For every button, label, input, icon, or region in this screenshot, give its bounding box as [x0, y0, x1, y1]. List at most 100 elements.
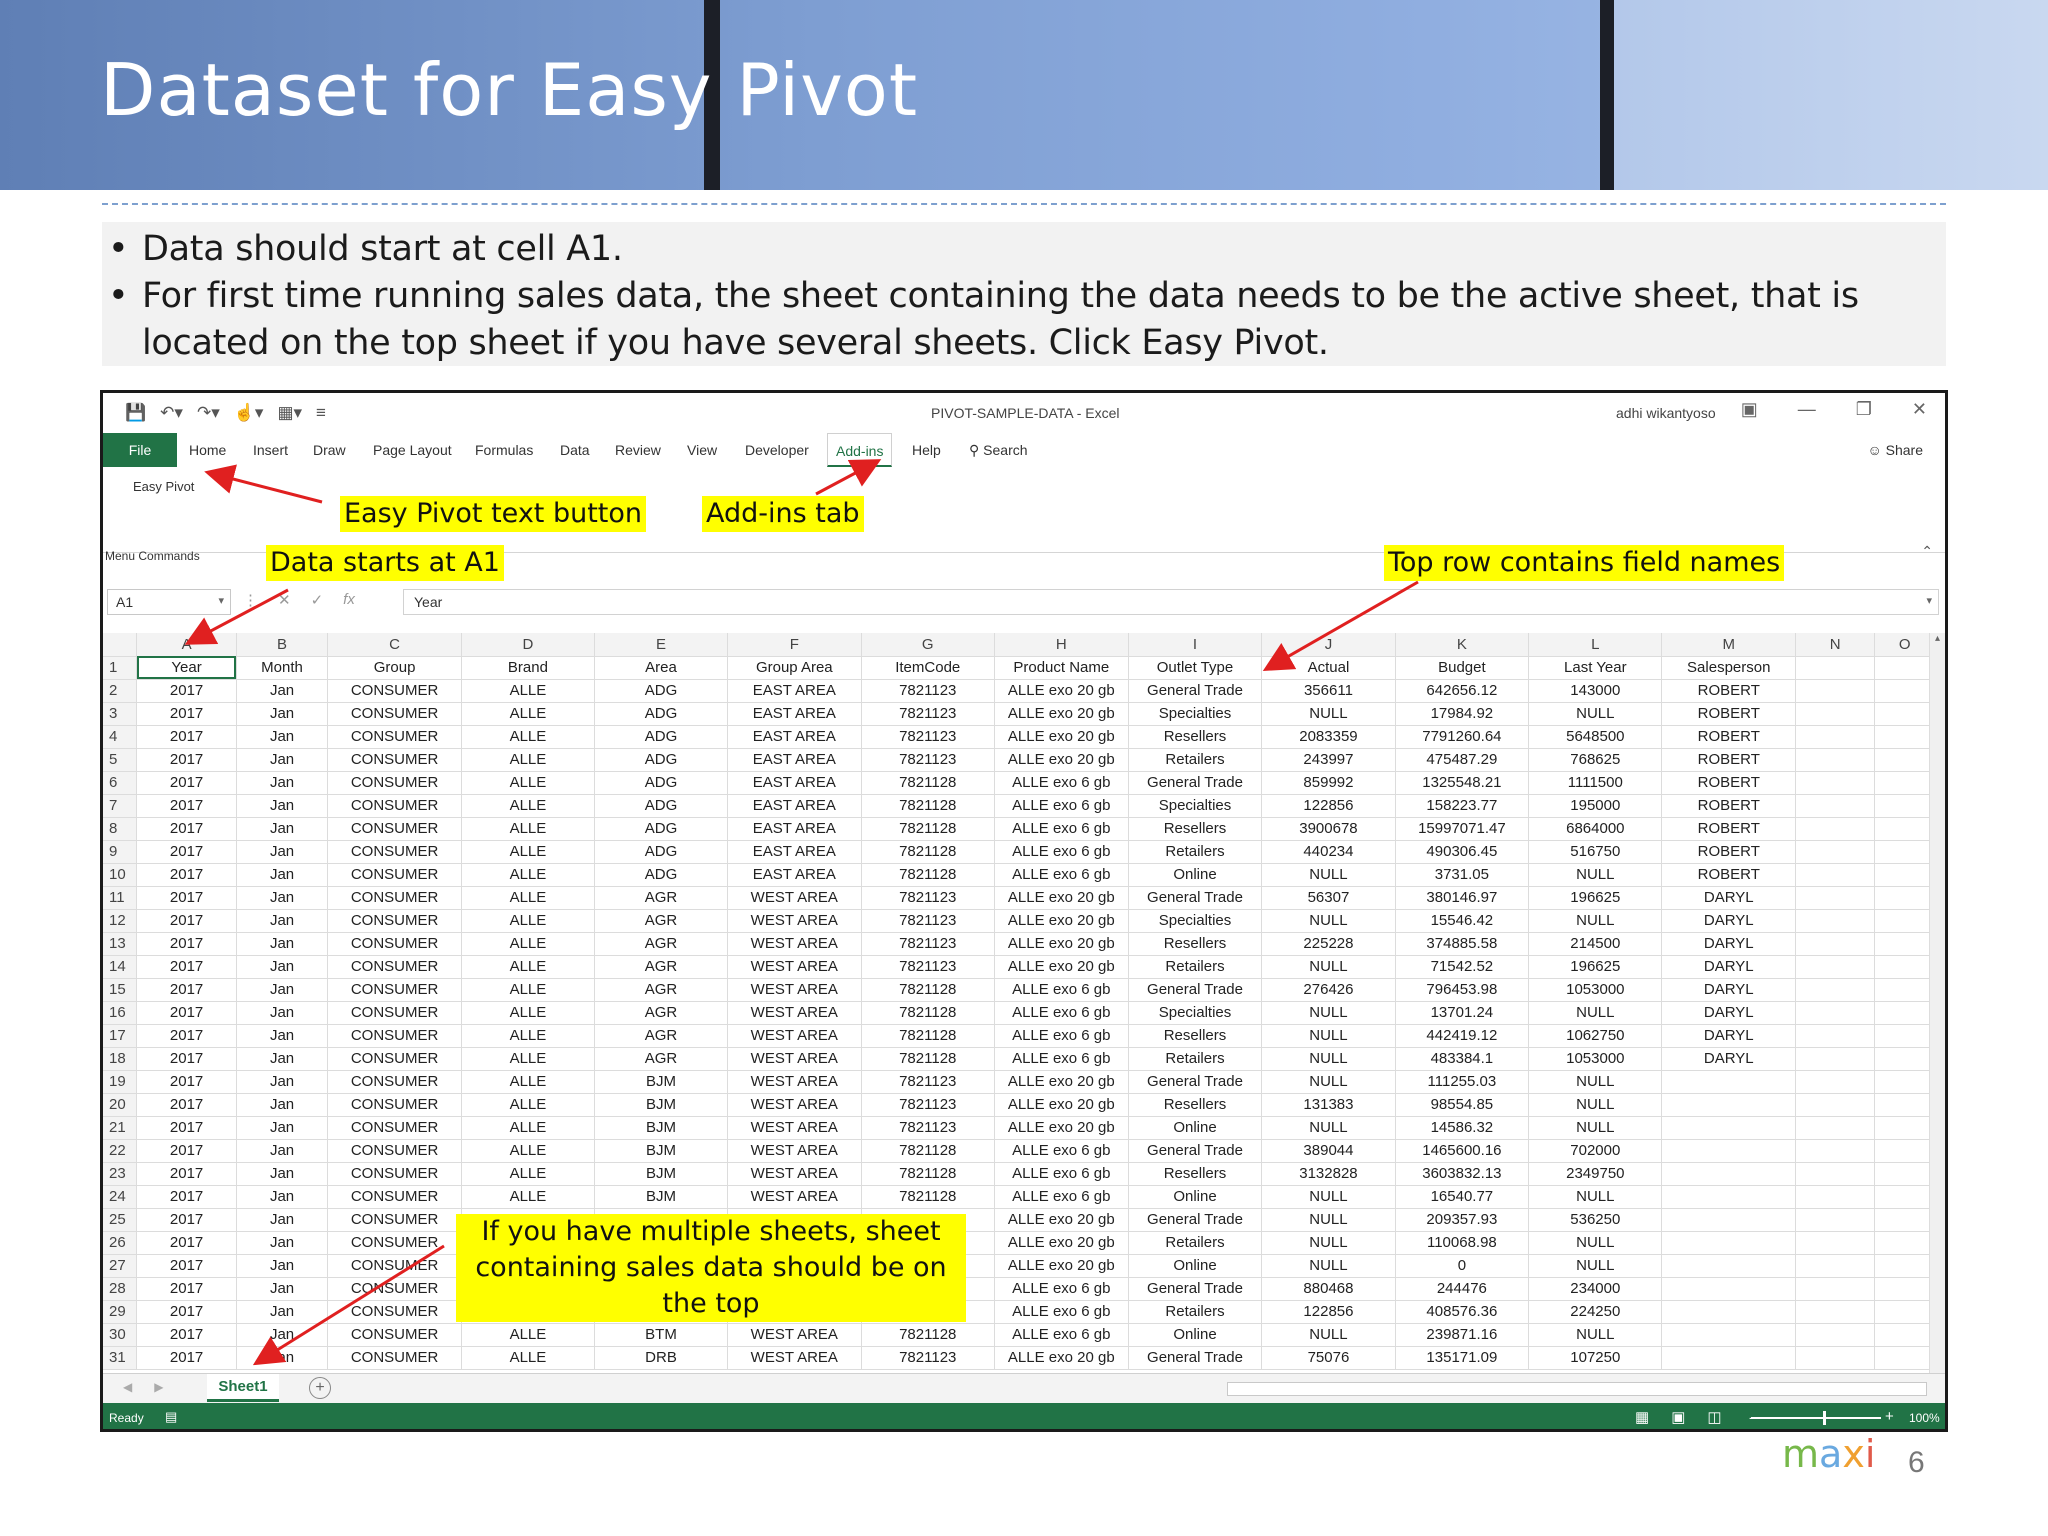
cell[interactable]: WEST AREA: [727, 1323, 862, 1347]
cell[interactable]: NULL: [1261, 1116, 1396, 1140]
ribbon-display-icon[interactable]: ▣: [1741, 399, 1758, 420]
cell[interactable]: [1661, 1300, 1796, 1324]
cell[interactable]: DARYL: [1661, 955, 1796, 979]
cell[interactable]: [1874, 978, 1935, 1002]
cell[interactable]: Jan: [236, 1024, 329, 1048]
insert-function-icon[interactable]: fx: [343, 591, 355, 609]
tab-search[interactable]: ⚲ Search: [969, 433, 1028, 467]
enter-icon[interactable]: ✓: [311, 591, 324, 609]
cell[interactable]: ALLE exo 6 gb: [994, 1277, 1129, 1301]
cell[interactable]: CONSUMER: [327, 1231, 462, 1255]
cell[interactable]: 122856: [1261, 1300, 1396, 1324]
cell[interactable]: ALLE exo 6 gb: [994, 1024, 1129, 1048]
cell[interactable]: [1661, 1346, 1796, 1370]
cell[interactable]: ALLE: [461, 1093, 595, 1117]
tab-formulas[interactable]: Formulas: [475, 433, 533, 467]
cell[interactable]: [1661, 1093, 1796, 1117]
cell[interactable]: ALLE: [461, 863, 595, 887]
cell[interactable]: [1795, 1024, 1876, 1048]
row-header[interactable]: 13: [103, 932, 138, 956]
cell[interactable]: Specialties: [1128, 794, 1263, 818]
cell[interactable]: [1874, 909, 1935, 933]
cell[interactable]: ROBERT: [1661, 840, 1796, 864]
cell[interactable]: Jan: [236, 771, 329, 795]
cell[interactable]: BTM: [594, 1323, 729, 1347]
cell[interactable]: ROBERT: [1661, 817, 1796, 841]
row-header[interactable]: 23: [103, 1162, 138, 1186]
cell[interactable]: NULL: [1261, 702, 1396, 726]
cell[interactable]: Jan: [236, 1047, 329, 1071]
cell[interactable]: Online: [1128, 1116, 1263, 1140]
cell[interactable]: 2017: [136, 771, 237, 795]
close-icon[interactable]: ✕: [1912, 399, 1927, 420]
tab-review[interactable]: Review: [615, 433, 661, 467]
cell[interactable]: ALLE: [461, 1070, 595, 1094]
expand-formula-icon[interactable]: ▾: [1926, 594, 1932, 607]
cell[interactable]: ADG: [594, 679, 729, 703]
cell[interactable]: CONSUMER: [327, 794, 462, 818]
cell[interactable]: CONSUMER: [327, 817, 462, 841]
cell[interactable]: 107250: [1528, 1346, 1663, 1370]
cell[interactable]: Jan: [236, 863, 329, 887]
row-header[interactable]: 29: [103, 1300, 138, 1324]
cell[interactable]: 7821123: [861, 1070, 995, 1094]
cell[interactable]: 7821123: [861, 909, 995, 933]
cell[interactable]: [1795, 1162, 1876, 1186]
cell[interactable]: General Trade: [1128, 978, 1263, 1002]
cell[interactable]: 7821128: [861, 1323, 995, 1347]
cell[interactable]: [1874, 748, 1935, 772]
cell[interactable]: 408576.36: [1395, 1300, 1530, 1324]
cell[interactable]: WEST AREA: [727, 886, 862, 910]
cell[interactable]: 17984.92: [1395, 702, 1530, 726]
cell[interactable]: Jan: [236, 1323, 329, 1347]
cell[interactable]: ALLE: [461, 1162, 595, 1186]
column-header[interactable]: D: [461, 633, 595, 657]
column-header[interactable]: C: [327, 633, 462, 657]
cell[interactable]: [1661, 1208, 1796, 1232]
row-header[interactable]: 30: [103, 1323, 138, 1347]
cell[interactable]: AGR: [594, 978, 729, 1002]
cell[interactable]: [1795, 1254, 1876, 1278]
cell[interactable]: Jan: [236, 1231, 329, 1255]
cell[interactable]: ADG: [594, 771, 729, 795]
cell[interactable]: 3132828: [1261, 1162, 1396, 1186]
cell[interactable]: NULL: [1261, 863, 1396, 887]
cell[interactable]: 1325548.21: [1395, 771, 1530, 795]
cell[interactable]: 2017: [136, 817, 237, 841]
cell[interactable]: 2017: [136, 1323, 237, 1347]
cell[interactable]: Jan: [236, 748, 329, 772]
cell[interactable]: 276426: [1261, 978, 1396, 1002]
cell[interactable]: [1795, 863, 1876, 887]
cell[interactable]: ALLE: [461, 840, 595, 864]
cell[interactable]: EAST AREA: [727, 748, 862, 772]
cell[interactable]: [1874, 679, 1935, 703]
cell[interactable]: [1795, 748, 1876, 772]
row-header[interactable]: 21: [103, 1116, 138, 1140]
cell[interactable]: 13701.24: [1395, 1001, 1530, 1025]
cell[interactable]: 7821128: [861, 1001, 995, 1025]
cell[interactable]: 56307: [1261, 886, 1396, 910]
cell[interactable]: EAST AREA: [727, 679, 862, 703]
cell[interactable]: ALLE exo 6 gb: [994, 1185, 1129, 1209]
cell[interactable]: [1795, 1346, 1876, 1370]
cell[interactable]: ALLE exo 20 gb: [994, 886, 1129, 910]
macro-record-icon[interactable]: ▤: [165, 1409, 177, 1425]
cell[interactable]: [1795, 1208, 1876, 1232]
cell[interactable]: CONSUMER: [327, 1208, 462, 1232]
cell[interactable]: CONSUMER: [327, 1277, 462, 1301]
cell[interactable]: DARYL: [1661, 1047, 1796, 1071]
column-header[interactable]: F: [727, 633, 862, 657]
cell[interactable]: ALLE exo 6 gb: [994, 1001, 1129, 1025]
cell[interactable]: [1874, 1139, 1935, 1163]
cell[interactable]: [1874, 1300, 1935, 1324]
user-name[interactable]: adhi wikantyoso: [1616, 405, 1716, 421]
cell[interactable]: WEST AREA: [727, 932, 862, 956]
cell[interactable]: Resellers: [1128, 1024, 1263, 1048]
cell[interactable]: ALLE: [461, 702, 595, 726]
cell[interactable]: Jan: [236, 794, 329, 818]
cell[interactable]: 158223.77: [1395, 794, 1530, 818]
cell[interactable]: NULL: [1261, 1024, 1396, 1048]
cell[interactable]: [1795, 909, 1876, 933]
cell[interactable]: 3603832.13: [1395, 1162, 1530, 1186]
cell[interactable]: WEST AREA: [727, 909, 862, 933]
